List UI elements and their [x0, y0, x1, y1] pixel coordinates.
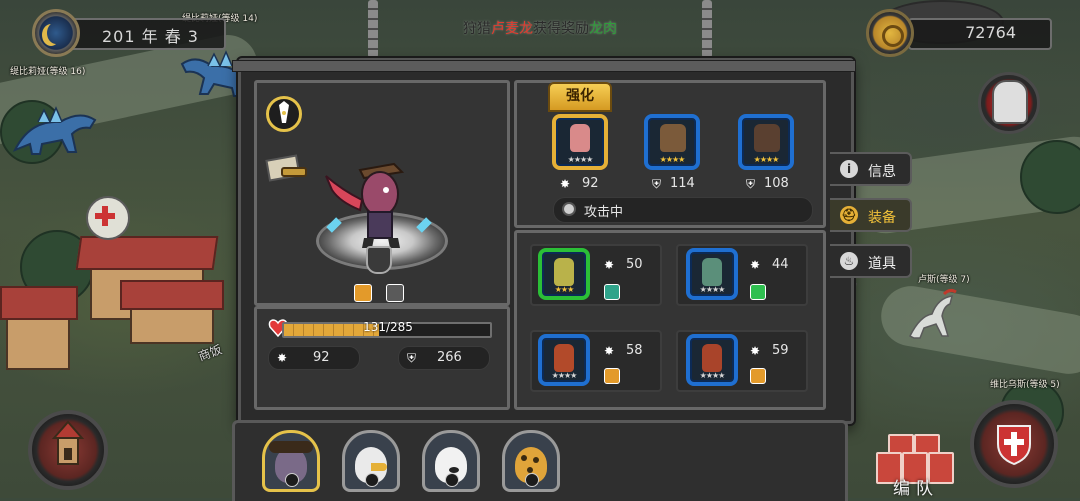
speed-tag-icon	[750, 284, 766, 300]
status-text: 攻击中	[584, 205, 624, 220]
inventory-slot[interactable]: ★★★★	[538, 334, 590, 386]
attack-burst-icon: ✸	[604, 344, 615, 358]
shield-cross-icon	[994, 420, 1034, 466]
hero-portrait-leopard[interactable]	[502, 430, 560, 492]
inventory-slot[interactable]: ★★★★	[686, 334, 738, 386]
tab-label: 道具	[868, 256, 896, 272]
inventory-value: 44	[772, 257, 789, 272]
hero-status-bar: 攻击中	[553, 197, 813, 223]
notice-reward: 龙肉	[589, 21, 617, 37]
inventory-value: 58	[626, 343, 643, 358]
info-icon: i	[840, 160, 858, 178]
hero-character-sprite[interactable]	[322, 150, 432, 250]
inventory-slot[interactable]: ★★★★	[686, 248, 738, 300]
inventory-value: 50	[626, 257, 643, 272]
chain-decoration	[702, 0, 712, 58]
castle-icon	[50, 420, 86, 466]
class-badge-icon[interactable]	[266, 96, 302, 132]
tab-equipment[interactable]: ⛑ 装备	[830, 198, 912, 232]
inventory-slot[interactable]: ★★★	[538, 248, 590, 300]
potion-icon: ♨	[840, 252, 858, 270]
hero-portrait-eagle[interactable]	[342, 430, 400, 492]
portrait-badge	[365, 473, 379, 487]
strengthen-button[interactable]: 强化	[548, 82, 612, 112]
attack-tag-icon	[604, 368, 620, 384]
portrait-badge	[525, 473, 539, 487]
equip-value: 108	[764, 176, 789, 191]
pirate-hat-icon	[269, 441, 313, 453]
item-stars: ★★★★	[699, 285, 726, 294]
item-icon	[754, 124, 780, 152]
hero-portrait-rat-pirate[interactable]	[262, 430, 320, 492]
item-icon	[554, 258, 574, 286]
leopard-spots-icon	[521, 455, 527, 461]
map-unit-label: 缇比莉娅(等级 16)	[10, 67, 86, 77]
beak-icon	[371, 463, 387, 471]
hero-defense-value: 266	[437, 350, 462, 365]
shield-icon: ⛨	[746, 177, 756, 191]
item-icon	[570, 124, 590, 152]
equip-slot-weapon[interactable]: ★★★★	[552, 114, 608, 170]
hero-attack-value: 92	[313, 350, 330, 365]
village-building[interactable]	[120, 270, 230, 350]
item-stars: ★★★★	[567, 155, 594, 164]
item-icon	[702, 258, 722, 286]
tab-items[interactable]: ♨ 道具	[830, 244, 912, 278]
equip-slot-armor[interactable]: ★★★★	[644, 114, 700, 170]
attack-tag-icon	[750, 368, 766, 384]
equipment-icon: ⛑	[840, 206, 858, 224]
notice-middle: 获得奖励	[533, 21, 589, 37]
dinosaur-sprite[interactable]	[10, 100, 100, 160]
portrait-badge	[285, 473, 299, 487]
inventory-value: 59	[772, 343, 789, 358]
portrait-badge	[445, 473, 459, 487]
tab-label: 信息	[868, 164, 896, 180]
team-formation-label: 编队	[893, 479, 939, 499]
attack-burst-icon: ✸	[560, 177, 571, 191]
attack-burst-icon: ✸	[750, 344, 761, 358]
attack-trait-icon[interactable]	[354, 284, 372, 302]
tab-info[interactable]: i 信息	[830, 152, 912, 186]
item-icon	[554, 344, 574, 372]
chain-decoration	[368, 0, 378, 58]
shield-icon: ⛨	[407, 351, 417, 365]
map-unit-label: 维比乌斯(等级 5)	[990, 380, 1060, 390]
village-building[interactable]	[0, 266, 80, 376]
equip-value: 92	[582, 176, 599, 191]
notice-prefix: 狩猎	[463, 21, 491, 37]
item-stars: ★★★★	[551, 371, 578, 380]
knight-helmet-icon	[992, 80, 1028, 124]
gold-amount: 72764	[965, 23, 1016, 42]
tab-label: 装备	[868, 210, 896, 226]
attack-burst-icon: ✸	[750, 258, 761, 272]
shield-icon: ⛨	[652, 177, 662, 191]
crest-icon	[366, 246, 392, 274]
frame-top-rail	[232, 60, 856, 72]
attack-burst-icon: ✸	[277, 351, 288, 365]
item-stars: ★★★★	[699, 371, 726, 380]
hero-portrait-polar-bear[interactable]	[422, 430, 480, 492]
hero-defense-stat: ⛨ 266	[398, 346, 490, 370]
status-gear-icon	[562, 202, 576, 216]
hp-text: 131/285	[363, 320, 413, 334]
equip-slot-accessory[interactable]: ★★★★	[738, 114, 794, 170]
item-stars: ★★★	[554, 285, 575, 294]
spyglass-map-icon[interactable]	[264, 152, 310, 186]
defense-trait-icon[interactable]	[386, 284, 404, 302]
notice-target: 卢麦龙	[491, 21, 533, 37]
item-icon	[702, 344, 722, 372]
gold-coin-icon	[866, 9, 914, 57]
speed-tag-icon	[604, 284, 620, 300]
white-raptor-sprite[interactable]	[900, 286, 960, 346]
item-stars: ★★★★	[753, 155, 780, 164]
item-icon	[660, 124, 686, 152]
gold-display: 72764	[908, 18, 1052, 50]
attack-burst-icon: ✸	[604, 258, 615, 272]
map-unit-label: 卢斯(等级 7)	[918, 275, 970, 285]
item-stars: ★★★★	[659, 155, 686, 164]
hero-attack-stat: ✸ 92	[268, 346, 360, 370]
equip-value: 114	[670, 176, 695, 191]
